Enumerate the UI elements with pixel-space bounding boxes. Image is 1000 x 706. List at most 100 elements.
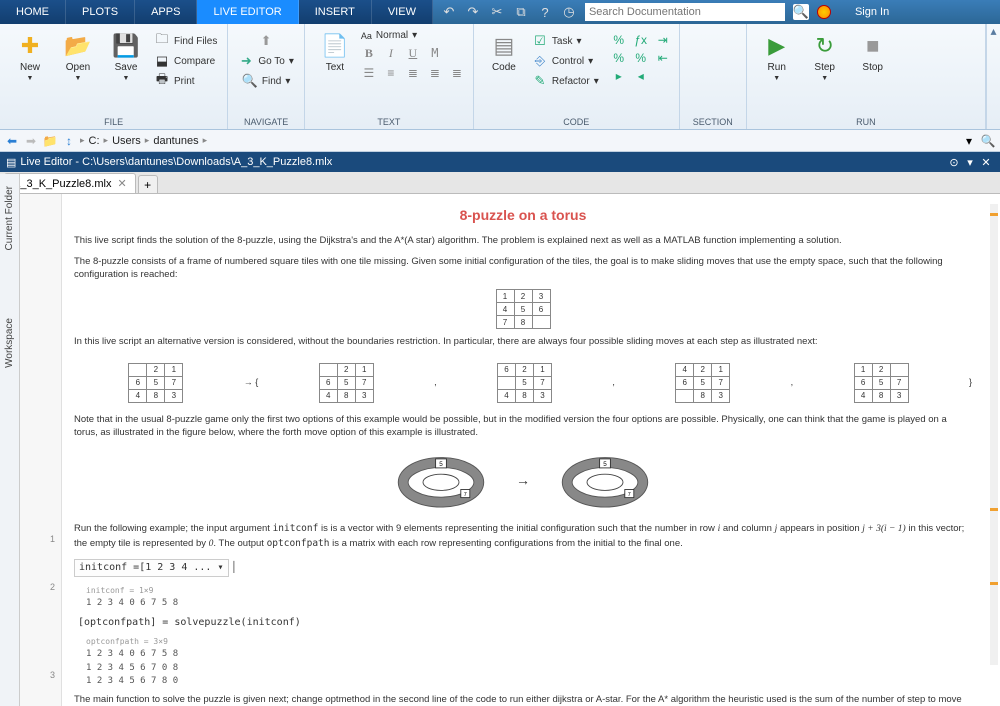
- step-icon: ↻: [811, 32, 839, 60]
- goto-button[interactable]: ➜Go To ▾: [236, 52, 296, 70]
- sign-in-link[interactable]: Sign In: [845, 6, 899, 18]
- bold-button[interactable]: B: [361, 45, 377, 61]
- number-list-button[interactable]: ≡: [383, 65, 399, 81]
- style-dropdown[interactable]: AaNormal ▾: [361, 30, 465, 41]
- cut-icon[interactable]: ✂: [489, 4, 505, 20]
- addons-icon[interactable]: ◷: [561, 4, 577, 20]
- copy-icon[interactable]: ⧉: [513, 4, 529, 20]
- align-right-button[interactable]: ≣: [449, 65, 465, 81]
- code-line-2[interactable]: [optconfpath] = solvepuzzle(initconf): [74, 614, 972, 632]
- tab-view[interactable]: VIEW: [372, 0, 433, 24]
- print-button[interactable]: 🖶Print: [152, 72, 219, 90]
- code-button[interactable]: ▤ Code: [482, 28, 526, 73]
- editor-doc-icon: ▤: [6, 156, 16, 169]
- help-icon[interactable]: ?: [537, 4, 553, 20]
- save-button[interactable]: 💾 Save▼: [104, 28, 148, 82]
- add-tab-button[interactable]: +: [138, 175, 158, 193]
- undock-icon[interactable]: ▾: [962, 154, 978, 170]
- arrow-up-icon: ⬆: [258, 33, 274, 49]
- text-button[interactable]: 📄 Text: [313, 28, 357, 73]
- open-button[interactable]: 📂 Open▼: [56, 28, 100, 82]
- find-button[interactable]: 🔍Find ▾: [240, 72, 292, 90]
- find-files-icon: 🗀: [154, 33, 170, 49]
- tab-apps[interactable]: APPS: [135, 0, 197, 24]
- fx-icon[interactable]: ƒx: [633, 32, 649, 48]
- svg-text:5: 5: [439, 461, 443, 468]
- align-center-button[interactable]: ≣: [427, 65, 443, 81]
- file-tab[interactable]: A_3_K_Puzzle8.mlx ✕: [4, 173, 136, 193]
- up-folder-icon[interactable]: 📁: [42, 133, 58, 149]
- tab-live-editor[interactable]: LIVE EDITOR: [197, 0, 298, 24]
- file-tab-label: A_3_K_Puzzle8.mlx: [13, 178, 111, 190]
- uncomment-icon[interactable]: %: [633, 50, 649, 66]
- ribbon-collapse-icon[interactable]: ▴: [986, 24, 1000, 129]
- compare-button[interactable]: ⬓Compare: [152, 52, 219, 70]
- tab-home[interactable]: HOME: [0, 0, 66, 24]
- forward-icon[interactable]: ➡: [23, 133, 39, 149]
- path-dropdown-icon[interactable]: ▾: [961, 133, 977, 149]
- find-files-button[interactable]: 🗀Find Files: [152, 32, 219, 50]
- search-icon[interactable]: 🔍: [793, 4, 809, 20]
- code-line-1[interactable]: initconf =[1 2 3 4 ... ▾: [74, 559, 229, 577]
- step-button[interactable]: ↻ Step▼: [803, 28, 847, 82]
- new-button[interactable]: ✚ New▼: [8, 28, 52, 82]
- maximize-icon[interactable]: ⊙: [946, 154, 962, 170]
- nav-up-button[interactable]: ⬆: [256, 32, 276, 50]
- back-icon[interactable]: ⬅: [4, 133, 20, 149]
- paragraph-2: The 8-puzzle consists of a frame of numb…: [74, 255, 972, 282]
- paragraph-3: In this live script an alternative versi…: [74, 335, 972, 348]
- goto-icon: ➜: [238, 53, 254, 69]
- comment-icon[interactable]: %: [611, 50, 627, 66]
- refactor-button[interactable]: ✎Refactor ▾: [530, 72, 601, 90]
- close-tab-icon[interactable]: ✕: [117, 177, 126, 190]
- tab-insert[interactable]: INSERT: [299, 0, 372, 24]
- group-navigate-label: NAVIGATE: [236, 115, 296, 127]
- svg-text:7: 7: [628, 492, 631, 498]
- control-icon: ⎆: [532, 53, 548, 69]
- paragraph-5: Run the following example; the input arg…: [74, 522, 972, 551]
- scroll-indicator[interactable]: [990, 204, 998, 665]
- open-icon: 📂: [64, 32, 92, 60]
- indentless-icon[interactable]: ◂: [633, 68, 649, 84]
- control-button[interactable]: ⎆Control ▾: [530, 52, 601, 70]
- svg-text:5: 5: [603, 461, 607, 468]
- task-button[interactable]: ☑Task ▾: [530, 32, 601, 50]
- browse-icon[interactable]: 🔍: [980, 133, 996, 149]
- workspace-sidetab[interactable]: Workspace: [2, 314, 17, 372]
- search-documentation-input[interactable]: [585, 3, 785, 21]
- undo-icon[interactable]: ↶: [441, 4, 457, 20]
- group-code-label: CODE: [482, 115, 671, 127]
- redo-icon[interactable]: ↷: [465, 4, 481, 20]
- group-text-label: TEXT: [313, 115, 465, 127]
- pct-icon[interactable]: %: [611, 32, 627, 48]
- address-path[interactable]: ▸ C:▸ Users▸ dantunes▸: [80, 135, 958, 147]
- paragraph-6: The main function to solve the puzzle is…: [74, 693, 972, 706]
- print-icon: 🖶: [154, 73, 170, 89]
- goal-grid: 123 456 78: [496, 289, 551, 329]
- group-run-label: RUN: [755, 115, 977, 127]
- indentmore-icon[interactable]: ▸: [611, 68, 627, 84]
- monospace-button[interactable]: M: [427, 45, 443, 61]
- align-left-button[interactable]: ≣: [405, 65, 421, 81]
- run-button[interactable]: ▶ Run▼: [755, 28, 799, 82]
- document-body[interactable]: 8-puzzle on a torus This live script fin…: [62, 194, 1000, 706]
- text-icon: 📄: [321, 32, 349, 60]
- stop-button[interactable]: ■ Stop: [851, 28, 895, 73]
- paragraph-4: Note that in the usual 8-puzzle game onl…: [74, 413, 972, 440]
- history-icon[interactable]: ↕: [61, 133, 77, 149]
- underline-button[interactable]: U: [405, 45, 421, 61]
- indent-icon[interactable]: ⇥: [655, 32, 671, 48]
- tab-plots[interactable]: PLOTS: [66, 0, 135, 24]
- bullet-list-button[interactable]: ☰: [361, 65, 377, 81]
- task-icon: ☑: [532, 33, 548, 49]
- notification-icon[interactable]: [817, 5, 831, 19]
- current-folder-sidetab[interactable]: Current Folder: [2, 182, 17, 254]
- close-editor-icon[interactable]: ✕: [978, 154, 994, 170]
- output-2: optconfpath = 3×9 1 2 3 4 0 6 7 5 8 1 2 …: [74, 632, 972, 693]
- group-section-label: SECTION: [688, 115, 738, 127]
- save-icon: 💾: [112, 32, 140, 60]
- find-icon: 🔍: [242, 73, 258, 89]
- smartindent-icon[interactable]: ⇤: [655, 50, 671, 66]
- svg-text:7: 7: [464, 492, 467, 498]
- italic-button[interactable]: I: [383, 45, 399, 61]
